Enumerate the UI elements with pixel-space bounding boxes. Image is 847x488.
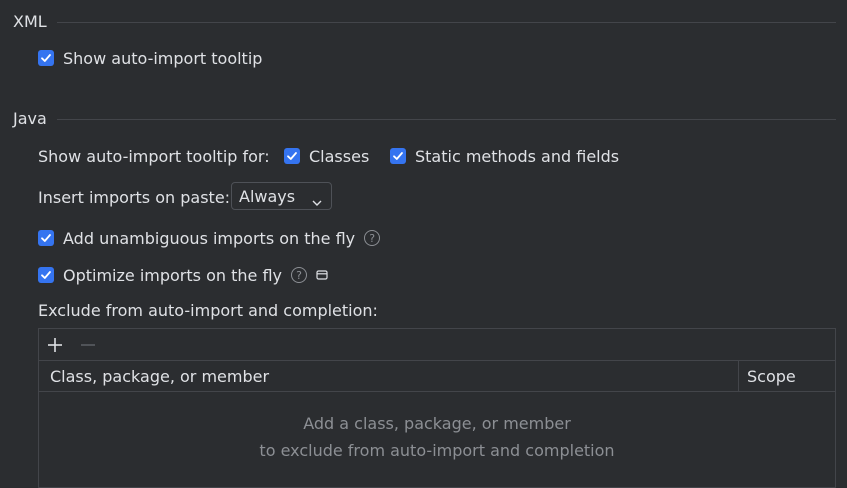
exclude-label-row: Exclude from auto-import and completion: xyxy=(38,298,378,322)
plus-icon[interactable] xyxy=(46,336,64,358)
help-icon[interactable]: ? xyxy=(364,230,381,246)
java-classes-checkbox[interactable]: Classes xyxy=(284,144,369,168)
insert-imports-value: Always xyxy=(239,186,296,206)
insert-imports-dropdown[interactable]: Always xyxy=(231,182,332,210)
check-icon xyxy=(284,148,300,164)
insert-imports-row: Insert imports on paste: xyxy=(38,185,230,209)
check-icon xyxy=(38,50,54,66)
insert-imports-label: Insert imports on paste: xyxy=(38,187,231,207)
check-icon xyxy=(38,230,54,246)
java-classes-label: Classes xyxy=(309,146,370,166)
column-header-scope[interactable]: Scope xyxy=(747,367,796,386)
java-static-label: Static methods and fields xyxy=(415,146,620,166)
java-show-tooltip-row: Show auto-import tooltip for: xyxy=(38,144,270,168)
optimize-imports-checkbox[interactable]: Optimize imports on the fly ? xyxy=(38,263,328,287)
empty-state-line-2: to exclude from auto-import and completi… xyxy=(259,441,615,460)
table-header: Class, package, or member Scope xyxy=(39,360,835,392)
section-title-java: Java xyxy=(13,109,47,128)
exclude-label: Exclude from auto-import and completion: xyxy=(38,300,378,320)
window-icon[interactable] xyxy=(316,269,328,281)
section-title-xml: XML xyxy=(13,12,47,31)
column-divider xyxy=(738,360,739,391)
minus-icon[interactable] xyxy=(79,336,97,358)
check-icon xyxy=(390,148,406,164)
help-icon[interactable]: ? xyxy=(290,267,307,283)
section-separator-xml xyxy=(57,22,836,23)
xml-show-tooltip-checkbox[interactable]: Show auto-import tooltip xyxy=(38,46,262,70)
add-unambiguous-checkbox[interactable]: Add unambiguous imports on the fly ? xyxy=(38,226,381,250)
exclude-table: Class, package, or member Scope Add a cl… xyxy=(38,328,836,488)
add-unambiguous-label: Add unambiguous imports on the fly xyxy=(63,228,356,248)
exclude-toolbar xyxy=(39,329,835,361)
section-separator-java xyxy=(57,119,836,120)
java-show-tooltip-label: Show auto-import tooltip for: xyxy=(38,146,270,166)
java-static-checkbox[interactable]: Static methods and fields xyxy=(390,144,619,168)
check-icon xyxy=(38,267,54,283)
optimize-imports-label: Optimize imports on the fly xyxy=(63,265,282,285)
xml-show-tooltip-label: Show auto-import tooltip xyxy=(63,48,263,68)
chevron-down-icon xyxy=(312,192,322,211)
empty-state-line-1: Add a class, package, or member xyxy=(303,414,571,433)
column-header-member[interactable]: Class, package, or member xyxy=(50,367,269,386)
